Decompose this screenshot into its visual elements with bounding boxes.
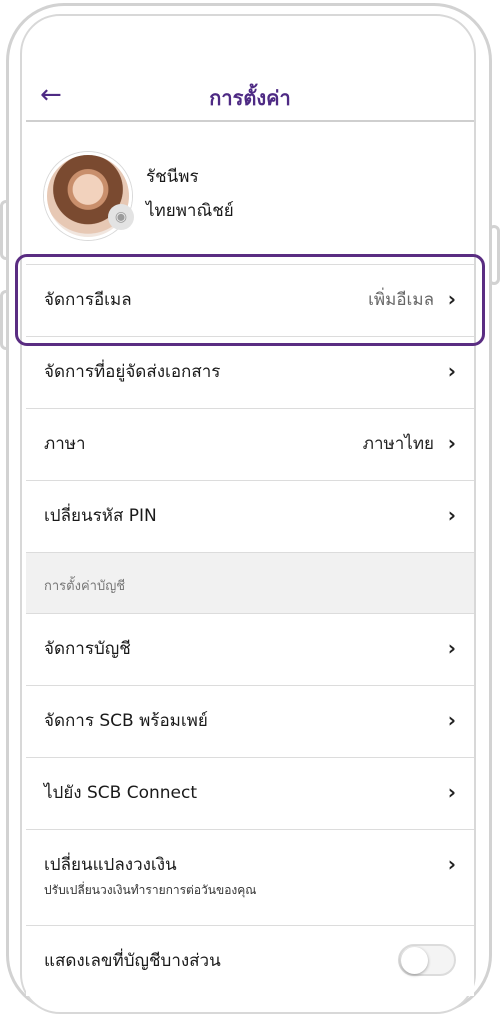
language-row[interactable]: ภาษา ภาษาไทย › xyxy=(26,408,474,479)
row-label: จัดการบัญชี xyxy=(44,639,131,659)
row-label: ไปยัง SCB Connect xyxy=(44,783,198,803)
camera-icon[interactable]: ◉ xyxy=(108,204,134,230)
settings-screen: ← การตั้งค่า ◉ รัชนีพร ไทยพาณิชย์ จัดการ… xyxy=(26,20,474,1004)
manage-account-row[interactable]: จัดการบัญชี › xyxy=(26,613,474,684)
row-label: แสดงเลขที่บัญชีบางส่วน xyxy=(44,951,221,971)
profile-last-name: ไทยพาณิชย์ xyxy=(146,201,234,221)
row-label: จัดการ SCB พร้อมเพย์ xyxy=(44,711,208,731)
row-label: เปลี่ยนรหัส PIN xyxy=(44,506,157,526)
profile-first-name: รัชนีพร xyxy=(146,167,199,187)
toggle-knob xyxy=(401,947,428,974)
chevron-right-icon: › xyxy=(447,431,456,455)
chevron-right-icon: › xyxy=(447,503,456,527)
section-header: การตั้งค่าบัญชี xyxy=(26,552,474,613)
change-pin-row[interactable]: เปลี่ยนรหัส PIN › xyxy=(26,480,474,551)
row-label: จัดการที่อยู่จัดส่งเอกสาร xyxy=(44,362,221,382)
row-sublabel: ปรับเปลี่ยนวงเงินทำรายการต่อวันของคุณ xyxy=(44,883,257,897)
change-limit-row[interactable]: เปลี่ยนแปลงวงเงิน ปรับเปลี่ยนวงเงินทำราย… xyxy=(26,829,474,924)
partial-account-number-row: แสดงเลขที่บัญชีบางส่วน xyxy=(26,925,474,996)
manage-promptpay-row[interactable]: จัดการ SCB พร้อมเพย์ › xyxy=(26,685,474,756)
section-title: การตั้งค่าบัญชี xyxy=(44,579,126,594)
row-label: เปลี่ยนแปลงวงเงิน xyxy=(44,855,177,875)
scb-connect-row[interactable]: ไปยัง SCB Connect › xyxy=(26,757,474,828)
chevron-right-icon: › xyxy=(447,636,456,660)
chevron-right-icon: › xyxy=(447,708,456,732)
partial-account-toggle[interactable] xyxy=(398,944,456,976)
row-label: ภาษา xyxy=(44,434,86,454)
chevron-right-icon: › xyxy=(447,852,456,876)
row-value: ภาษาไทย xyxy=(362,434,434,454)
page-title: การตั้งค่า xyxy=(209,86,291,110)
profile-section: ◉ รัชนีพร ไทยพาณิชย์ xyxy=(26,122,474,262)
chevron-right-icon: › xyxy=(447,780,456,804)
highlight-outline xyxy=(15,254,485,346)
app-header: ← การตั้งค่า xyxy=(26,70,474,122)
chevron-right-icon: › xyxy=(447,359,456,383)
manage-address-row[interactable]: จัดการที่อยู่จัดส่งเอกสาร › xyxy=(26,336,474,407)
